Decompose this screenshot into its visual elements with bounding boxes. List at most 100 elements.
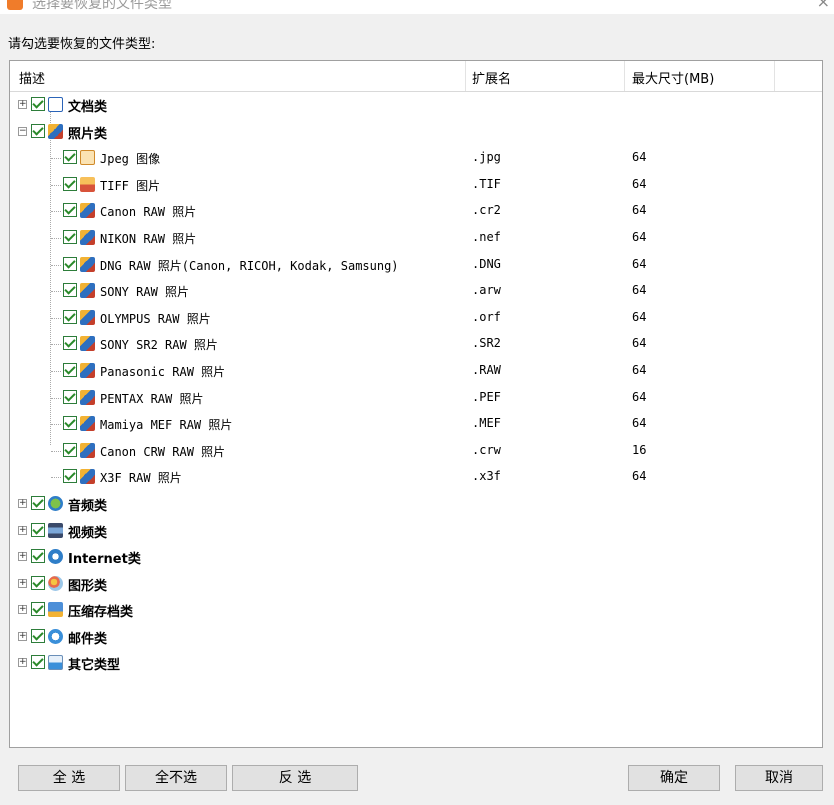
column-desc[interactable]: 描述 — [19, 68, 45, 87]
category-row[interactable]: + 其它类型 — [10, 650, 822, 677]
file-type-row[interactable]: Panasonic RAW 照片 .RAW 64 — [10, 358, 822, 385]
file-type-checkbox[interactable] — [63, 203, 77, 218]
category-row[interactable]: + 邮件类 — [10, 624, 822, 651]
expand-toggle[interactable]: + — [18, 605, 27, 615]
category-label: 压缩存档类 — [68, 605, 134, 621]
file-type-row[interactable]: X3F RAW 照片 .x3f 64 — [10, 464, 822, 491]
max-size-cell: 64 — [632, 469, 647, 484]
raw-photo-icon — [80, 203, 95, 219]
file-type-label: Mamiya MEF RAW 照片 — [100, 418, 233, 433]
expand-toggle[interactable]: + — [18, 552, 27, 562]
file-type-row[interactable]: Jpeg 图像 .jpg 64 — [10, 145, 822, 172]
jpeg-icon — [80, 150, 95, 166]
file-type-checkbox[interactable] — [63, 309, 77, 324]
instruction-label: 请勾选要恢复的文件类型: — [8, 37, 156, 52]
file-type-checkbox[interactable] — [63, 176, 77, 191]
file-type-row[interactable]: Mamiya MEF RAW 照片 .MEF 64 — [10, 411, 822, 438]
raw-photo-icon — [80, 416, 95, 432]
file-type-checkbox[interactable] — [63, 336, 77, 351]
expand-toggle[interactable]: + — [18, 658, 27, 668]
ok-button[interactable]: 确定 — [628, 765, 720, 791]
select-none-button[interactable]: 全不选 — [125, 765, 227, 791]
tree-branch-line — [51, 344, 61, 346]
audio-icon — [48, 495, 63, 511]
category-checkbox[interactable] — [31, 495, 45, 510]
file-type-row[interactable]: SONY SR2 RAW 照片 .SR2 64 — [10, 331, 822, 358]
tree-branch-line — [51, 424, 61, 426]
category-label: Internet类 — [68, 552, 141, 568]
file-type-row[interactable]: Canon CRW RAW 照片 .crw 16 — [10, 438, 822, 465]
category-checkbox[interactable] — [31, 602, 45, 617]
category-checkbox[interactable] — [31, 97, 45, 111]
collapse-toggle[interactable]: − — [18, 126, 27, 136]
max-size-cell: 16 — [632, 442, 647, 457]
extension-cell: .DNG — [472, 256, 501, 271]
mail-icon — [48, 628, 63, 644]
category-row[interactable]: + 视频类 — [10, 518, 822, 545]
max-size-cell: 64 — [632, 229, 647, 244]
internet-explorer-icon — [48, 549, 63, 565]
max-size-cell: 64 — [632, 176, 647, 191]
column-size[interactable]: 最大尺寸(MB) — [632, 68, 714, 87]
category-row[interactable]: + 图形类 — [10, 571, 822, 598]
expand-toggle[interactable]: + — [18, 100, 27, 109]
category-checkbox[interactable] — [31, 655, 45, 670]
max-size-cell: 64 — [632, 362, 647, 377]
file-type-row[interactable]: NIKON RAW 照片 .nef 64 — [10, 225, 822, 252]
category-checkbox[interactable] — [31, 549, 45, 564]
column-ext[interactable]: 扩展名 — [472, 68, 511, 87]
file-type-row[interactable]: PENTAX RAW 照片 .PEF 64 — [10, 385, 822, 412]
category-checkbox[interactable] — [31, 575, 45, 590]
file-type-checkbox[interactable] — [63, 229, 77, 244]
category-row[interactable]: + 压缩存档类 — [10, 597, 822, 624]
select-all-button[interactable]: 全 选 — [18, 765, 120, 791]
file-type-row[interactable]: TIFF 图片 .TIF 64 — [10, 172, 822, 199]
tree-branch-line — [51, 370, 61, 372]
word-doc-icon — [48, 97, 63, 112]
file-type-checkbox[interactable] — [63, 389, 77, 404]
category-row[interactable]: + Internet类 — [10, 544, 822, 571]
file-type-checkbox[interactable] — [63, 469, 77, 484]
video-icon — [48, 522, 63, 538]
category-label: 视频类 — [68, 525, 108, 541]
category-row[interactable]: − 照片类 — [10, 119, 822, 146]
file-type-row[interactable]: SONY RAW 照片 .arw 64 — [10, 278, 822, 305]
file-type-checkbox[interactable] — [63, 150, 77, 165]
expand-toggle[interactable]: + — [18, 578, 27, 588]
file-type-label: SONY SR2 RAW 照片 — [100, 338, 218, 353]
category-row[interactable]: + 音频类 — [10, 491, 822, 518]
tree-branch-line — [51, 397, 61, 399]
expand-toggle[interactable]: + — [18, 525, 27, 535]
max-size-cell: 64 — [632, 203, 647, 218]
file-type-row[interactable]: Canon RAW 照片 .cr2 64 — [10, 198, 822, 225]
tree-branch-line — [51, 291, 61, 293]
invert-selection-button[interactable]: 反 选 — [232, 765, 358, 791]
close-icon[interactable]: × — [817, 0, 830, 11]
tree-branch-line — [51, 450, 61, 452]
max-size-cell: 64 — [632, 416, 647, 431]
title-bar: 选择要恢复的文件类型 × — [0, 0, 834, 14]
file-type-row[interactable]: OLYMPUS RAW 照片 .orf 64 — [10, 305, 822, 332]
app-logo-icon — [7, 0, 23, 10]
file-type-checkbox[interactable] — [63, 362, 77, 377]
archive-icon — [48, 602, 63, 618]
file-type-checkbox[interactable] — [63, 256, 77, 271]
expand-toggle[interactable]: + — [18, 631, 27, 641]
category-checkbox[interactable] — [31, 628, 45, 643]
category-checkbox[interactable] — [31, 522, 45, 537]
extension-cell: .SR2 — [472, 336, 501, 351]
cancel-button[interactable]: 取消 — [735, 765, 823, 791]
category-checkbox[interactable] — [31, 123, 45, 138]
file-type-checkbox[interactable] — [63, 416, 77, 431]
file-type-label: SONY RAW 照片 — [100, 285, 190, 300]
category-row[interactable]: + 文档类 — [10, 92, 822, 119]
file-type-label: Canon RAW 照片 — [100, 205, 197, 220]
file-type-checkbox[interactable] — [63, 442, 77, 457]
file-type-label: Jpeg 图像 — [100, 152, 161, 167]
file-type-checkbox[interactable] — [63, 283, 77, 298]
extension-cell: .jpg — [472, 150, 501, 165]
file-type-row[interactable]: DNG RAW 照片(Canon, RICOH, Kodak, Samsung)… — [10, 252, 822, 279]
file-type-tree[interactable]: 描述 扩展名 最大尺寸(MB) + 文档类 − 照片类 Jpeg 图像 .jpg 64 TIF… — [9, 60, 823, 748]
expand-toggle[interactable]: + — [18, 498, 27, 508]
category-label: 邮件类 — [68, 631, 108, 647]
